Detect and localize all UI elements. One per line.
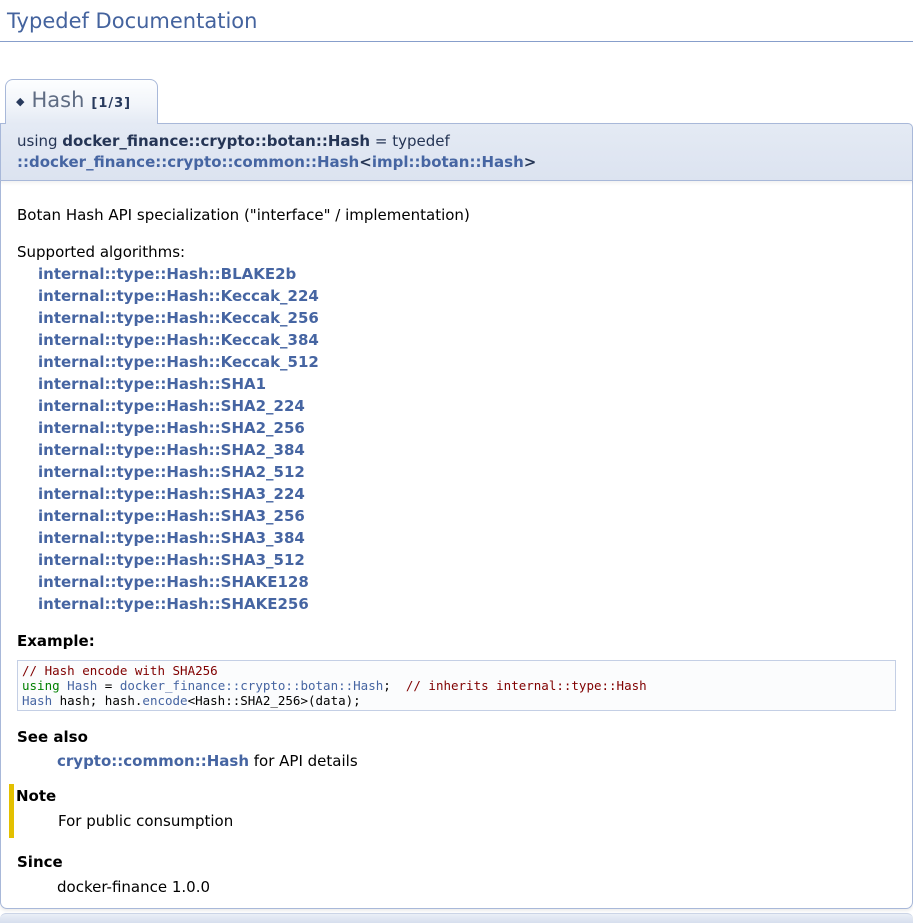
- member-tab-hash: ◆ Hash [1/3]: [5, 79, 158, 124]
- note-label: Note: [16, 786, 912, 807]
- algorithm-link[interactable]: internal::type::Hash::SHA1: [38, 373, 896, 395]
- since-section: Since docker-finance 1.0.0: [17, 852, 912, 898]
- algorithm-link[interactable]: internal::type::Hash::SHA3_512: [38, 549, 896, 571]
- algorithm-link[interactable]: internal::type::Hash::SHA2_224: [38, 395, 896, 417]
- algorithm-link[interactable]: internal::type::Hash::Keccak_256: [38, 307, 896, 329]
- page-title: Typedef Documentation: [0, 0, 913, 42]
- example-label: Example:: [17, 631, 896, 652]
- code-plain: <Hash::SHA2_256>(data);: [188, 693, 361, 708]
- code-plain: ;: [383, 678, 406, 693]
- algorithm-link[interactable]: internal::type::Hash::SHA2_256: [38, 417, 896, 439]
- algorithm-link[interactable]: internal::type::Hash::Keccak_224: [38, 285, 896, 307]
- supported-algorithms-label: Supported algorithms:: [17, 242, 896, 263]
- code-link[interactable]: docker_finance::crypto::botan::Hash: [120, 678, 383, 693]
- anchor-diamond-icon[interactable]: ◆: [16, 95, 24, 108]
- example-section: Example:: [17, 631, 896, 652]
- see-also-section: See also crypto::common::Hash for API de…: [17, 727, 912, 772]
- section-divider-bar: [0, 913, 913, 923]
- code-link[interactable]: Hash: [67, 678, 97, 693]
- code-comment: // inherits internal::type::Hash: [406, 678, 647, 693]
- see-also-content: crypto::common::Hash for API details: [57, 751, 912, 772]
- algorithm-link[interactable]: internal::type::Hash::SHA3_256: [38, 505, 896, 527]
- decl-link-impl-botan-hash[interactable]: impl::botan::Hash: [372, 153, 524, 171]
- algorithm-link[interactable]: internal::type::Hash::Keccak_512: [38, 351, 896, 373]
- algorithm-link[interactable]: internal::type::Hash::SHAKE256: [38, 593, 896, 615]
- code-example-block: // Hash encode with SHA256using Hash = d…: [17, 660, 896, 711]
- decl-equals-typedef: = typedef: [370, 132, 454, 150]
- note-text: For public consumption: [58, 811, 912, 832]
- since-text: docker-finance 1.0.0: [57, 877, 912, 898]
- note-section: Note For public consumption: [9, 784, 912, 838]
- algorithm-link[interactable]: internal::type::Hash::SHA2_384: [38, 439, 896, 461]
- code-plain: =: [97, 678, 120, 693]
- algorithm-link[interactable]: internal::type::Hash::SHA2_512: [38, 461, 896, 483]
- member-tab-name: Hash: [31, 88, 84, 112]
- decl-link-common-hash[interactable]: ::docker_finance::crypto::common::Hash: [17, 153, 359, 171]
- code-comment: // Hash encode with SHA256: [22, 663, 218, 678]
- code-keyword: using: [22, 678, 60, 693]
- see-also-label: See also: [17, 727, 912, 748]
- see-also-link-common-hash[interactable]: crypto::common::Hash: [57, 752, 249, 770]
- decl-typedef-name: docker_finance::crypto::botan::Hash: [62, 132, 370, 150]
- algorithm-link-list: internal::type::Hash::BLAKE2binternal::t…: [38, 263, 896, 615]
- decl-template-open: <: [359, 153, 372, 171]
- algorithm-link[interactable]: internal::type::Hash::SHAKE128: [38, 571, 896, 593]
- since-label: Since: [17, 852, 912, 873]
- code-link[interactable]: encode: [142, 693, 187, 708]
- algorithm-link[interactable]: internal::type::Hash::Keccak_384: [38, 329, 896, 351]
- code-plain: hash; hash.: [52, 693, 142, 708]
- see-also-text: for API details: [249, 752, 358, 770]
- decl-template-close: >: [524, 153, 537, 171]
- typedef-member-hash: ◆Hash[1/3] using docker_finance::crypto:…: [0, 79, 913, 909]
- description-text: Botan Hash API specialization ("interfac…: [17, 205, 896, 226]
- code-link[interactable]: Hash: [22, 693, 52, 708]
- typedef-declaration: using docker_finance::crypto::botan::Has…: [0, 123, 913, 181]
- member-documentation: Botan Hash API specialization ("interfac…: [0, 181, 913, 909]
- decl-using-keyword: using: [17, 132, 62, 150]
- member-tab-count: [1/3]: [91, 96, 131, 111]
- algorithm-link[interactable]: internal::type::Hash::SHA3_384: [38, 527, 896, 549]
- algorithm-link[interactable]: internal::type::Hash::BLAKE2b: [38, 263, 896, 285]
- algorithm-link[interactable]: internal::type::Hash::SHA3_224: [38, 483, 896, 505]
